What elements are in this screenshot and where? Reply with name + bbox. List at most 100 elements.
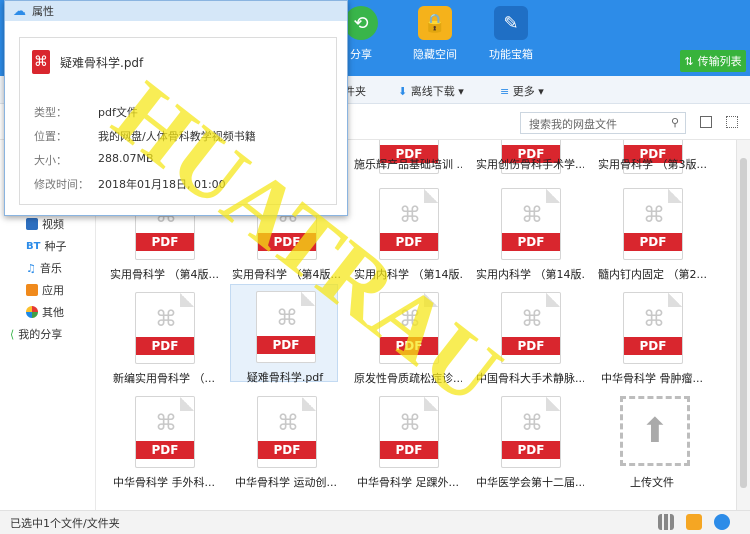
- file-name: 中国骨科大手术静脉...: [476, 372, 584, 385]
- sidebar-item-other[interactable]: 其他: [26, 304, 64, 320]
- sidebar-item-label: 其他: [42, 306, 64, 319]
- file-name: 疑难骨科学.pdf: [246, 371, 324, 384]
- pdf-icon: ⌘ PDF: [257, 396, 317, 468]
- sidebar-item-my-share[interactable]: ⟨ 我的分享: [10, 326, 62, 342]
- shield-icon[interactable]: [714, 514, 730, 530]
- sidebar-item-apps[interactable]: 应用: [26, 282, 64, 298]
- pdf-icon: ⌘: [32, 50, 50, 74]
- sidebar-item-torrent[interactable]: BT 种子: [26, 238, 66, 254]
- property-value: 2018年01月18日, 01:00: [98, 178, 226, 191]
- file-item[interactable]: PDF 实用创伤骨科手术学...: [476, 140, 584, 174]
- file-item[interactable]: PDF 实用骨科学 （第3版...: [598, 140, 706, 174]
- pdf-icon: ⌘ PDF: [501, 396, 561, 468]
- file-name: 实用内科学 （第14版...: [354, 268, 462, 281]
- grid-view-icon[interactable]: [726, 116, 738, 128]
- property-value: 288.07MB: [98, 152, 154, 165]
- file-item[interactable]: ⌘ PDF 中华骨科学 手外科...: [110, 394, 218, 494]
- file-item[interactable]: ⌘ PDF 中华医学会第十二届...: [476, 394, 584, 494]
- scrollbar[interactable]: [736, 140, 750, 510]
- pdf-badge: PDF: [258, 441, 316, 459]
- property-value: pdf文件: [98, 106, 138, 119]
- skin-icon[interactable]: [686, 514, 702, 530]
- pdf-icon: ⌘ PDF: [379, 396, 439, 468]
- upload-file-button[interactable]: ⬆ 上传文件: [598, 394, 706, 494]
- property-key: 类型：: [34, 106, 67, 119]
- file-item[interactable]: PDF 施乐辉产品基础培训 ...: [354, 140, 462, 174]
- property-row-size: 大小： 288.07MB: [34, 152, 154, 168]
- other-icon: [26, 306, 38, 318]
- pdf-badge: PDF: [502, 441, 560, 459]
- offline-download-button[interactable]: ⬇ 离线下载 ▾: [398, 83, 464, 99]
- acrobat-icon: ⌘: [521, 411, 543, 436]
- search-input[interactable]: 搜索我的网盘文件 ⚲: [520, 112, 686, 134]
- file-item[interactable]: ⌘ PDF 中华骨科学 足踝外...: [354, 394, 462, 494]
- file-name: 实用骨科学 （第4版...: [232, 268, 340, 281]
- sidebar-item-label: 音乐: [39, 262, 62, 275]
- pdf-badge: PDF: [380, 233, 438, 251]
- pdf-badge: PDF: [502, 337, 560, 355]
- upload-arrow-icon: ⬆: [620, 396, 690, 466]
- file-name: 髓内钉内固定 （第2...: [598, 268, 706, 281]
- file-name: 新编实用骨科学 （...: [113, 372, 215, 385]
- acrobat-icon: ⌘: [399, 203, 421, 228]
- dialog-title: 属性: [32, 5, 54, 18]
- acrobat-icon: ⌘: [643, 307, 665, 332]
- file-item[interactable]: ⌘ PDF 髓内钉内固定 （第2...: [598, 186, 706, 286]
- sidebar-item-label: 视频: [42, 218, 64, 231]
- file-item[interactable]: ⌘ PDF 中华骨科学 骨肿瘤...: [598, 290, 706, 390]
- pdf-badge: PDF: [380, 337, 438, 355]
- pdf-badge: PDF: [624, 337, 682, 355]
- pdf-badge: PDF: [257, 336, 315, 354]
- pdf-icon: ⌘ PDF: [135, 292, 195, 364]
- pdf-icon: ⌘ PDF: [501, 292, 561, 364]
- chevron-down-icon: ▾: [458, 85, 464, 98]
- pdf-badge: PDF: [502, 233, 560, 251]
- file-item[interactable]: ⌘ PDF 中国骨科大手术静脉...: [476, 290, 584, 390]
- hidden-space-button[interactable]: 🔒 隐藏空间: [398, 6, 472, 62]
- file-name: 原发性骨质疏松症诊...: [354, 372, 462, 385]
- offline-download-label: 离线下载: [410, 85, 455, 98]
- acrobat-icon: ⌘: [521, 307, 543, 332]
- file-item[interactable]: ⌘ PDF 实用内科学 （第14版...: [354, 186, 462, 286]
- file-item[interactable]: ⌘ PDF 新编实用骨科学 （...: [110, 290, 218, 390]
- transfer-list-button[interactable]: ⇅ 传输列表: [680, 50, 746, 72]
- dialog-titlebar[interactable]: ☁ 属性: [5, 1, 347, 21]
- search-placeholder: 搜索我的网盘文件: [529, 118, 617, 131]
- cloud-icon: ☁: [13, 3, 26, 19]
- file-item[interactable]: ⌘ PDF 实用内科学 （第14版...: [476, 186, 584, 286]
- property-key: 位置：: [34, 130, 67, 143]
- toolbox-button[interactable]: ✎ 功能宝箱: [474, 6, 548, 62]
- file-name: 实用骨科学 （第4版...: [110, 268, 218, 281]
- property-value[interactable]: 我的网盘/人体骨科教学视频书籍: [98, 128, 256, 144]
- app-icon: [26, 284, 38, 296]
- file-item[interactable]: ⌘ PDF 原发性骨质疏松症诊...: [354, 290, 462, 390]
- file-item-selected[interactable]: ⌘ PDF 疑难骨科学.pdf: [230, 284, 338, 384]
- lock-icon: 🔒: [418, 6, 452, 40]
- transfer-icon: ⇅: [684, 54, 694, 68]
- search-icon[interactable]: ⚲: [671, 116, 679, 129]
- property-row-location: 位置： 我的网盘/人体骨科教学视频书籍: [34, 128, 256, 144]
- pdf-icon: ⌘ PDF: [501, 188, 561, 260]
- pdf-icon: ⌘ PDF: [623, 292, 683, 364]
- acrobat-icon: ⌘: [155, 411, 177, 436]
- status-bar: 已选中1个文件/文件夹: [0, 510, 750, 534]
- list-view-icon[interactable]: [700, 116, 712, 128]
- acrobat-icon: ⌘: [643, 203, 665, 228]
- file-name: 施乐辉产品基础培训 ...: [354, 158, 462, 171]
- pdf-badge: PDF: [624, 233, 682, 251]
- file-name: 中华骨科学 运动创...: [235, 476, 337, 489]
- file-name: 实用内科学 （第14版...: [476, 268, 584, 281]
- pdf-icon: ⌘ PDF: [379, 188, 439, 260]
- share-icon: ⟲: [344, 6, 378, 40]
- scrollbar-thumb[interactable]: [740, 158, 747, 488]
- grid-icon[interactable]: [658, 514, 674, 530]
- property-key: 大小：: [34, 154, 67, 167]
- sidebar-item-music[interactable]: ♫ 音乐: [26, 260, 62, 276]
- sidebar-item-video[interactable]: 视频: [26, 216, 64, 232]
- more-button[interactable]: ≡ 更多 ▾: [500, 83, 544, 99]
- chevron-down-icon: ▾: [538, 85, 544, 98]
- acrobat-icon: ⌘: [399, 411, 421, 436]
- music-icon: ♫: [26, 261, 36, 275]
- acrobat-icon: ⌘: [276, 306, 298, 331]
- file-item[interactable]: ⌘ PDF 中华骨科学 运动创...: [232, 394, 340, 494]
